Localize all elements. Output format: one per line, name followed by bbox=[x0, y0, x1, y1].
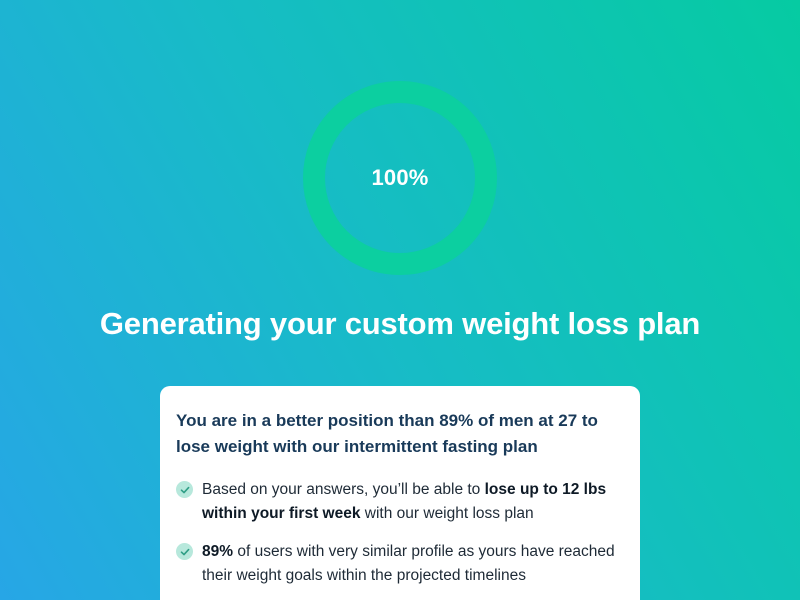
benefit-list: Based on your answers, you’ll be able to… bbox=[176, 478, 624, 588]
progress-ring: 100% bbox=[302, 80, 498, 276]
result-card: You are in a better position than 89% of… bbox=[160, 386, 640, 600]
card-title: You are in a better position than 89% of… bbox=[176, 411, 598, 456]
check-icon bbox=[176, 481, 193, 498]
benefit-text: 89% of users with very similar profile a… bbox=[202, 543, 615, 584]
check-icon bbox=[176, 543, 193, 560]
benefit-item: Based on your answers, you’ll be able to… bbox=[176, 478, 624, 526]
progress-percentage: 100% bbox=[371, 165, 429, 190]
benefit-text: Based on your answers, you’ll be able to… bbox=[202, 481, 607, 522]
benefit-item: 89% of users with very similar profile a… bbox=[176, 540, 624, 588]
page-title: Generating your custom weight loss plan bbox=[99, 306, 701, 341]
benefit-highlight: 89% bbox=[202, 543, 234, 560]
